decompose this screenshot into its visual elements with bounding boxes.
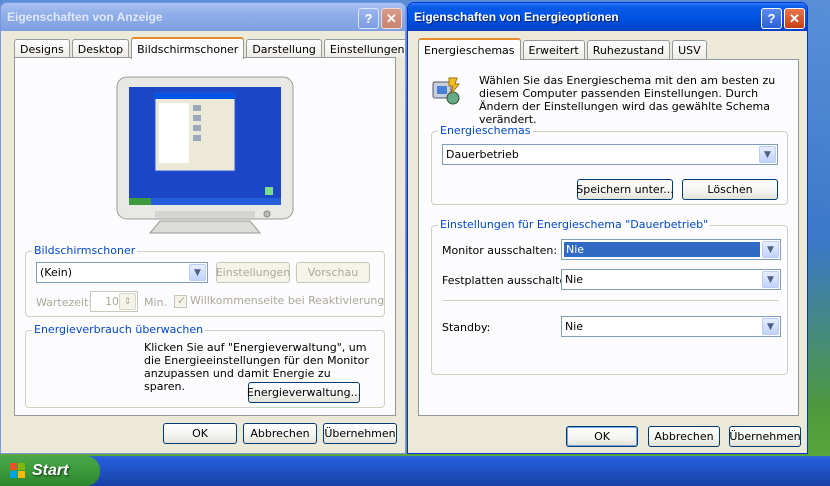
power-scheme-value: Dauerbetrieb (446, 148, 519, 161)
close-button[interactable]: ✕ (381, 8, 402, 29)
welcome-checkbox-row[interactable]: ✓ Willkommenseite bei Reaktivierung (174, 294, 384, 308)
minutes-label: Min. (144, 296, 168, 309)
disk-off-label: Festplatten ausschalten: (442, 274, 577, 287)
wait-time-stepper[interactable]: 10 ⇕ (90, 291, 138, 312)
settings-divider (442, 300, 778, 301)
preview-button[interactable]: Vorschau (296, 262, 370, 283)
tab-power-schemes[interactable]: Energieschemas (418, 38, 521, 60)
power-scheme-select[interactable]: Dauerbetrieb ▼ (442, 144, 778, 165)
screensaver-group: Bildschirmschoner (Kein) ▼ Einstellungen… (25, 244, 385, 317)
monitor-preview (116, 76, 294, 234)
chevron-down-icon[interactable]: ▼ (759, 146, 776, 163)
wait-time-label: Wartezeit: (36, 296, 93, 309)
scheme-settings-group: Einstellungen für Energieschema "Dauerbe… (431, 218, 788, 375)
screensaver-panel: Bildschirmschoner (Kein) ▼ Einstellungen… (14, 57, 396, 416)
display-window-title: Eigenschaften von Anzeige (7, 10, 163, 24)
schemes-group-label: Energieschemas (438, 124, 533, 137)
scheme-settings-group-label: Einstellungen für Energieschema "Dauerbe… (438, 218, 711, 231)
power-management-button[interactable]: Energieverwaltung... (247, 382, 361, 403)
disk-off-select[interactable]: Nie ▼ (561, 269, 781, 290)
tab-appearance[interactable]: Darstellung (246, 39, 322, 58)
screensaver-select[interactable]: (Kein) ▼ (36, 262, 208, 283)
power-intro-text: Wählen Sie das Energieschema mit den am … (479, 74, 776, 126)
apply-button[interactable]: Übernehmen (729, 426, 801, 447)
tab-advanced[interactable]: Erweitert (522, 40, 585, 59)
cancel-button[interactable]: Abbrechen (648, 426, 720, 447)
tab-desktop[interactable]: Desktop (71, 39, 130, 58)
schemes-group: Energieschemas Dauerbetrieb ▼ Speichern … (431, 124, 788, 205)
standby-value: Nie (565, 320, 584, 333)
power-titlebar[interactable]: Eigenschaften von Energieoptionen ? ✕ (408, 3, 807, 31)
tab-screensaver[interactable]: Bildschirmschoner (131, 37, 245, 59)
energy-group-label: Energieverbrauch überwachen (32, 323, 206, 336)
chevron-down-icon[interactable]: ▼ (189, 264, 206, 281)
display-properties-window: Eigenschaften von Anzeige ? ✕ Designs De… (0, 2, 406, 454)
chevron-down-icon[interactable]: ▼ (762, 271, 779, 288)
delete-button[interactable]: Löschen (682, 179, 778, 200)
screensaver-value: (Kein) (40, 266, 73, 279)
apply-button[interactable]: Übernehmen (323, 423, 397, 444)
start-label: Start (32, 462, 69, 479)
disk-off-value: Nie (565, 273, 584, 286)
standby-label: Standby: (442, 321, 491, 334)
energy-group: Energieverbrauch überwachen Klicken Sie … (25, 323, 385, 408)
tab-ups[interactable]: USV (672, 40, 707, 59)
monitor-off-label: Monitor ausschalten: (442, 244, 558, 257)
tab-settings[interactable]: Einstellungen (323, 39, 405, 58)
chevron-down-icon[interactable]: ▼ (762, 241, 779, 258)
tab-designs[interactable]: Designs (14, 39, 70, 58)
power-schemes-panel: Wählen Sie das Energieschema mit den am … (418, 59, 799, 416)
tab-hibernate[interactable]: Ruhezustand (586, 40, 671, 59)
wait-time-value: 10 (105, 295, 119, 308)
power-options-window: Eigenschaften von Energieoptionen ? ✕ En… (407, 2, 808, 454)
screensaver-settings-button[interactable]: Einstellungen (216, 262, 290, 283)
help-button[interactable]: ? (761, 8, 782, 29)
close-button[interactable]: ✕ (784, 8, 805, 29)
chevron-down-icon[interactable]: ▼ (762, 318, 779, 335)
monitor-off-value: Nie (564, 242, 760, 257)
screensaver-group-label: Bildschirmschoner (32, 244, 138, 257)
taskbar (0, 456, 830, 486)
power-window-title: Eigenschaften von Energieoptionen (414, 10, 619, 24)
cancel-button[interactable]: Abbrechen (243, 423, 317, 444)
welcome-label: Willkommenseite bei Reaktivierung (190, 294, 385, 307)
spinner-icon[interactable]: ⇕ (119, 293, 136, 310)
windows-logo-icon (10, 463, 26, 479)
start-button[interactable]: Start (0, 456, 100, 486)
ok-button[interactable]: OK (566, 426, 638, 447)
checkbox-icon[interactable]: ✓ (174, 294, 187, 308)
ok-button[interactable]: OK (163, 423, 237, 444)
power-tab-strip: Energieschemas Erweitert Ruhezustand USV (418, 38, 709, 60)
display-tab-strip: Designs Desktop Bildschirmschoner Darste… (14, 37, 405, 59)
help-button[interactable]: ? (358, 8, 379, 29)
power-scheme-icon (432, 77, 461, 105)
display-titlebar[interactable]: Eigenschaften von Anzeige ? ✕ (1, 3, 405, 31)
monitor-off-select[interactable]: Nie ▼ (561, 239, 781, 260)
save-as-button[interactable]: Speichern unter... (576, 179, 674, 200)
standby-select[interactable]: Nie ▼ (561, 316, 781, 337)
